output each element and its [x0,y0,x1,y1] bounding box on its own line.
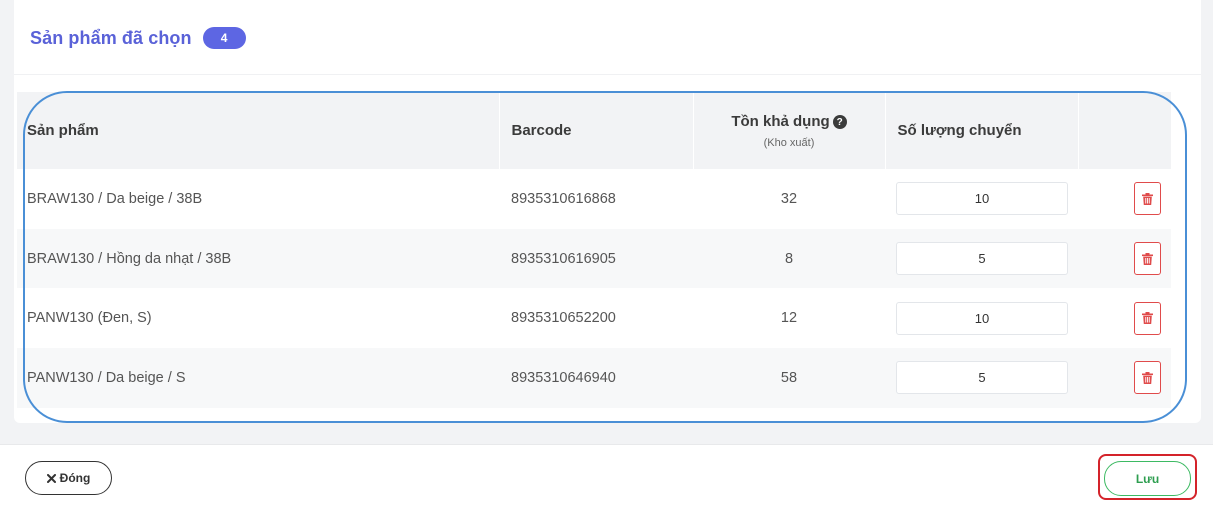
delete-button[interactable] [1134,361,1161,395]
header-stock-label: Tồn khả dụng [731,112,830,130]
row-barcode: 8935310652200 [511,310,616,327]
quantity-input[interactable]: 5 [896,242,1068,276]
row-product: PANW130 (Đen, S) [27,310,152,327]
header-stock: Tồn khả dụng? (Kho xuất) [693,92,886,169]
table-header-row: Sản phẩm Barcode Tồn khả dụng? (Kho xuất… [17,92,1171,169]
row-product: PANW130 / Da beige / S [27,369,186,386]
quantity-input[interactable]: 10 [896,301,1068,335]
products-table: Sản phẩm Barcode Tồn khả dụng? (Kho xuất… [17,92,1171,408]
question-circle-icon[interactable]: ? [832,115,847,129]
row-barcode: 8935310616905 [511,250,616,267]
table-row: PANW130 / Da beige / S 8935310646940 58 … [17,348,1171,408]
delete-button[interactable] [1134,242,1161,276]
row-product: BRAW130 / Hồng da nhạt / 38B [27,250,232,267]
trash-icon [1142,192,1153,205]
row-barcode: 8935310616868 [511,190,616,207]
card-header: Sản phẩm đã chọn 4 [14,0,1201,75]
trash-icon [1142,252,1153,265]
trash-icon [1142,371,1153,384]
row-product: BRAW130 / Da beige / 38B [27,190,203,207]
header-barcode: Barcode [499,92,694,169]
table-row: BRAW130 / Hồng da nhạt / 38B 89353106169… [17,228,1171,289]
quantity-input[interactable]: 10 [896,182,1068,216]
footer-bar: Đóng Lưu [0,444,1213,508]
header-product: Sản phẩm [17,92,500,169]
close-button[interactable]: Đóng [25,461,112,495]
row-stock: 58 [780,369,798,386]
table-row: PANW130 (Đen, S) 8935310652200 12 10 [17,288,1171,349]
header-qty: Số lượng chuyển [885,92,1079,169]
row-stock: 8 [784,250,794,267]
table-row: BRAW130 / Da beige / 38B 8935310616868 3… [17,169,1171,229]
save-button[interactable]: Lưu [1104,461,1191,496]
delete-button[interactable] [1134,182,1161,216]
header-action [1078,92,1171,169]
card-title: Sản phẩm đã chọn [30,27,192,48]
delete-button[interactable] [1134,301,1161,335]
products-table-wrapper: Sản phẩm Barcode Tồn khả dụng? (Kho xuất… [17,92,1171,408]
count-badge: 4 [202,27,246,49]
row-stock: 32 [780,190,798,207]
row-barcode: 8935310646940 [511,369,616,386]
save-button-label: Lưu [1135,471,1160,486]
header-stock-sub: (Kho xuất) [763,136,815,149]
x-icon [46,473,56,483]
quantity-input[interactable]: 5 [896,361,1068,395]
close-button-label: Đóng [59,471,91,485]
trash-icon [1142,312,1153,325]
row-stock: 12 [780,310,798,327]
